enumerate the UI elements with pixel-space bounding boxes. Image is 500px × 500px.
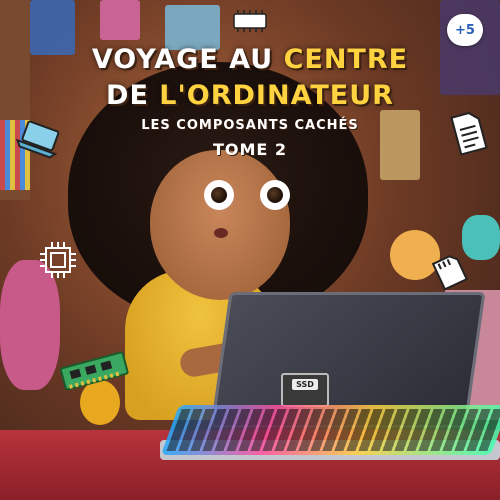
circuit-board-icon bbox=[59, 351, 129, 390]
cover-subtitle: LES COMPOSANTS CACHÉS bbox=[141, 118, 359, 133]
book-cover: SSD VOYAGE AU CENTRE DE L'ORDINATEUR LES… bbox=[0, 0, 500, 500]
processor-icon bbox=[40, 242, 76, 278]
chip-icon bbox=[233, 10, 267, 32]
more-images-badge[interactable]: +5 bbox=[447, 14, 483, 46]
poster bbox=[100, 0, 140, 40]
volume-label: TOME 2 bbox=[212, 140, 288, 159]
sd-card-icon bbox=[431, 255, 469, 291]
ssd-icon: SSD bbox=[281, 373, 329, 407]
cover-title-line1: VOYAGE AU CENTRE bbox=[0, 44, 500, 75]
character-right-eye bbox=[260, 180, 290, 210]
character-face bbox=[150, 150, 290, 300]
rgb-keyboard bbox=[160, 405, 500, 455]
ssd-label: SSD bbox=[292, 379, 318, 390]
cover-title-line2: DE L'ORDINATEUR bbox=[0, 80, 500, 111]
title-word-highlight: L'ORDINATEUR bbox=[159, 80, 394, 111]
title-word-highlight: CENTRE bbox=[283, 44, 409, 75]
character-left-eye bbox=[204, 180, 234, 210]
title-word: DE bbox=[106, 80, 149, 111]
title-word: VOYAGE AU bbox=[91, 44, 274, 75]
character-mouth bbox=[214, 228, 228, 238]
